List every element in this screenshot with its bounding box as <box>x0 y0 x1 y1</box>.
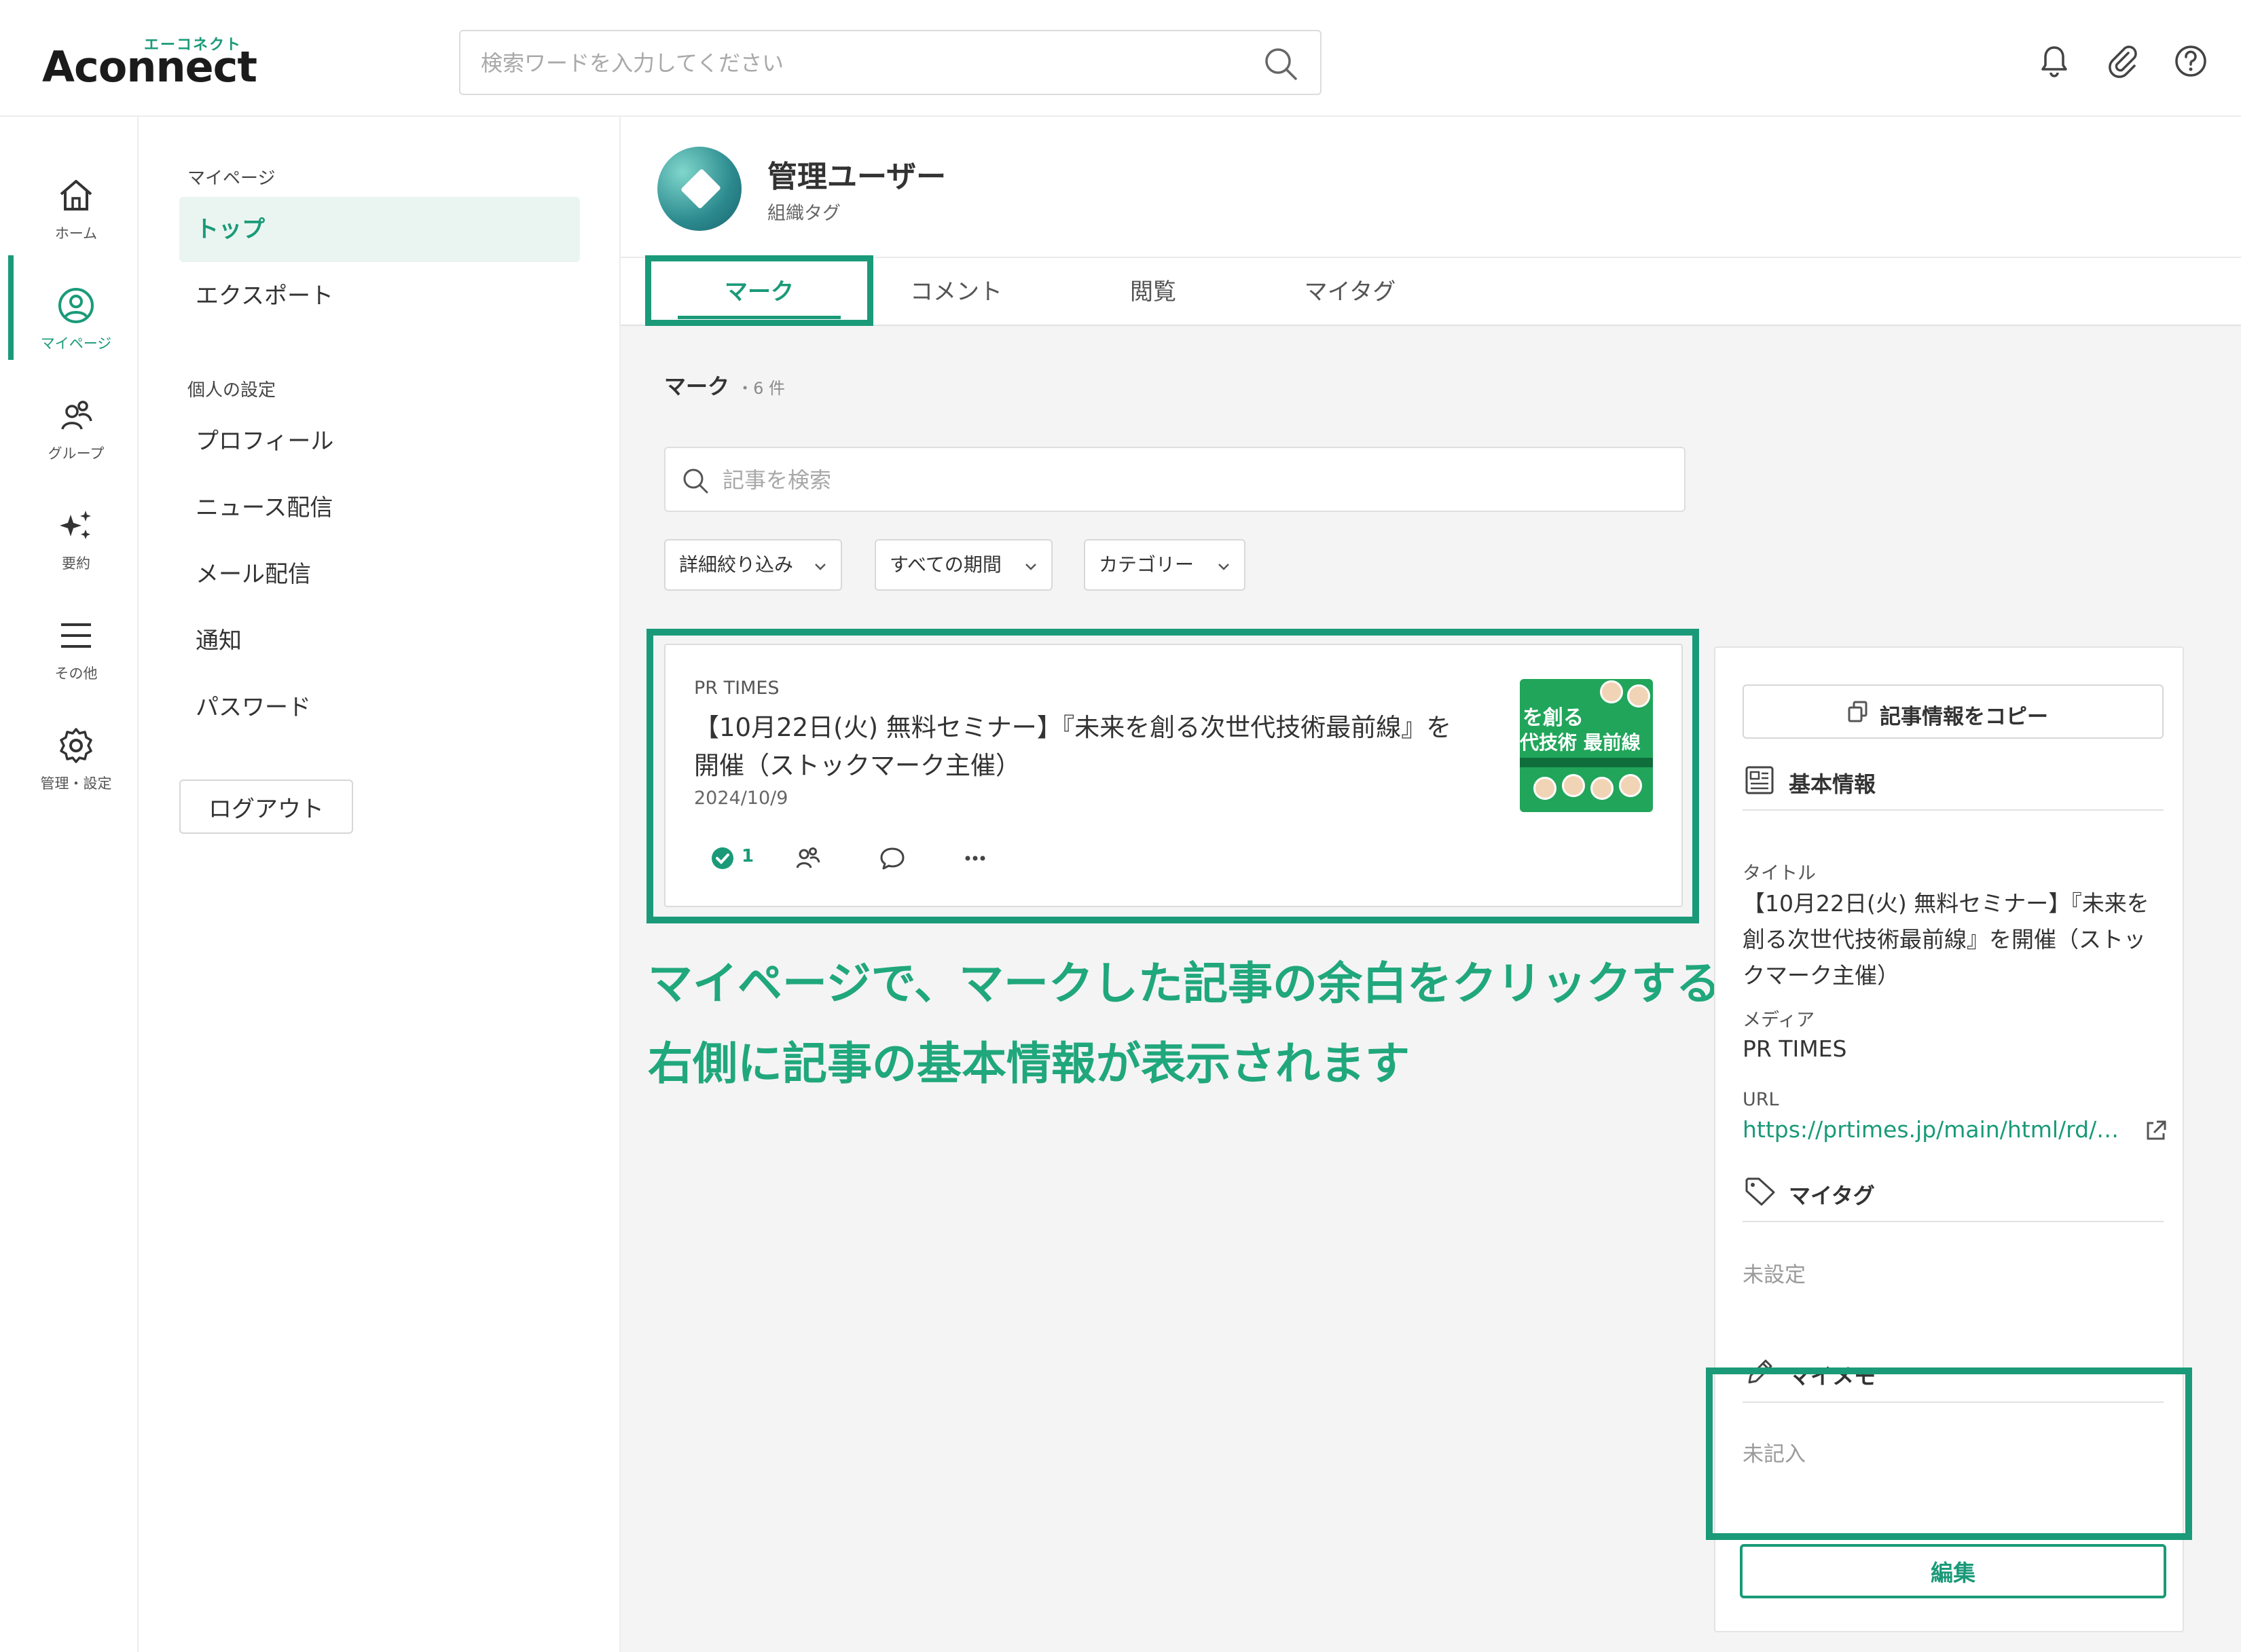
menu-icon <box>61 623 91 648</box>
list-count: ・6 件 <box>737 379 786 398</box>
rail-label-admin: 管理・設定 <box>40 775 112 792</box>
help-icon[interactable] <box>2173 43 2208 79</box>
title-field-label: タイトル <box>1743 863 1816 884</box>
menu-item-profile[interactable]: プロフィール <box>179 409 580 474</box>
tab-mytag[interactable]: マイタグ <box>1241 258 1459 326</box>
annotation-line-2: 右側に記事の基本情報が表示されます <box>648 1038 1410 1090</box>
chevron-down-icon <box>1218 564 1229 570</box>
menu-item-notification[interactable]: 通知 <box>179 608 580 674</box>
rail-label-mypage: マイページ <box>40 335 112 352</box>
article-search <box>664 447 1686 512</box>
logo-word: Aconnect <box>42 42 257 92</box>
copy-icon <box>1848 701 1868 722</box>
filter-category-dropdown[interactable]: カテゴリー <box>1084 539 1245 591</box>
url-field-label: URL <box>1743 1089 1779 1110</box>
global-search <box>459 30 1322 95</box>
article-media: PR TIMES <box>694 678 780 699</box>
title-field-value: 【10月22日(火) 無料セミナー】『未来を創る次世代技術最前線』を開催（ストッ… <box>1743 890 2149 989</box>
filter-detail-dropdown[interactable]: 詳細絞り込み <box>664 539 842 591</box>
article-card[interactable]: PR TIMES 【10月22日(火) 無料セミナー】『未来を創る次世代技術最前… <box>664 644 1683 907</box>
sparkle-icon <box>60 511 91 539</box>
thumbnail-text-2: 代技術 最前線 <box>1520 731 1641 754</box>
gear-icon <box>60 728 92 763</box>
article-thumbnail[interactable]: を創る 代技術 最前線 <box>1520 679 1653 812</box>
basic-info-heading: 基本情報 <box>1743 756 2164 811</box>
filter-detail-label: 詳細絞り込み <box>679 553 794 576</box>
chevron-down-icon <box>815 564 826 570</box>
profile-header: 管理ユーザー 組織タグ <box>621 117 2241 257</box>
tab-view[interactable]: 閲覧 <box>1044 258 1262 326</box>
group-icon <box>61 401 92 430</box>
menu-item-password[interactable]: パスワード <box>179 675 580 740</box>
search-icon[interactable] <box>1262 45 1300 83</box>
paperclip-icon[interactable] <box>2105 43 2140 79</box>
aconnect-logo[interactable]: エーコネクト Aconnect <box>42 33 259 94</box>
article-title[interactable]: 【10月22日(火) 無料セミナー】『未来を創る次世代技術最前線』を開催（ストッ… <box>694 709 1461 785</box>
rail-label-other: その他 <box>54 665 98 682</box>
external-link-icon[interactable] <box>2143 1119 2168 1143</box>
rail-item-other[interactable]: その他 <box>14 595 139 697</box>
rail-label-home: ホーム <box>54 225 98 242</box>
mymemo-highlight-box <box>1706 1368 2192 1540</box>
menu-item-news-delivery[interactable]: ニュース配信 <box>179 475 580 540</box>
media-field-label: メディア <box>1743 1010 1815 1031</box>
avatar <box>657 147 742 231</box>
thumbnail-text-1: を創る <box>1523 706 1584 730</box>
mytag-heading-label: マイタグ <box>1789 1183 1875 1209</box>
main-content: 管理ユーザー 組織タグ マーク コメント 閲覧 マイタグ マーク ・6 件 詳細… <box>621 117 2241 1652</box>
menu-item-top[interactable]: トップ <box>179 197 580 262</box>
menu-item-mail-delivery[interactable]: メール配信 <box>179 542 580 607</box>
mytag-value: 未設定 <box>1743 1263 1806 1287</box>
filter-category-label: カテゴリー <box>1099 553 1195 576</box>
more-icon[interactable] <box>959 842 991 875</box>
rail-item-summary[interactable]: 要約 <box>14 485 139 587</box>
logout-button[interactable]: ログアウト <box>179 779 353 834</box>
share-group-icon[interactable] <box>792 842 824 875</box>
rail-item-home[interactable]: ホーム <box>14 155 139 257</box>
list-heading-label: マーク <box>664 373 730 399</box>
article-date: 2024/10/9 <box>694 788 788 809</box>
left-rail: ホーム マイページ グループ 要約 その他 管理・設定 <box>14 117 139 1652</box>
mypage-menu: マイページ トップ エクスポート 個人の設定 プロフィール ニュース配信 メール… <box>139 117 621 1652</box>
document-info-icon <box>1745 766 1774 794</box>
rail-item-admin[interactable]: 管理・設定 <box>14 705 139 807</box>
rail-item-mypage[interactable]: マイページ <box>14 265 139 367</box>
filter-period-label: すべての期間 <box>890 553 1002 576</box>
profile-org-tag: 組織タグ <box>767 203 841 224</box>
menu-item-export[interactable]: エクスポート <box>179 263 580 329</box>
home-icon <box>60 180 92 210</box>
mytag-heading: マイタグ <box>1743 1168 2164 1222</box>
chevron-down-icon <box>1025 564 1036 570</box>
mark-tab-highlight-box <box>645 255 873 326</box>
rail-item-group[interactable]: グループ <box>14 375 139 477</box>
bell-icon[interactable] <box>2037 43 2072 79</box>
menu-section-mypage: マイページ <box>187 168 276 189</box>
mark-check-icon[interactable] <box>706 842 739 875</box>
tag-icon <box>1745 1177 1775 1206</box>
user-circle-icon <box>58 288 94 323</box>
edit-memo-button[interactable]: 編集 <box>1740 1544 2166 1598</box>
url-link[interactable]: https://prtimes.jp/main/html/rd/… <box>1743 1116 2119 1143</box>
copy-article-info-button[interactable]: 記事情報をコピー <box>1743 684 2164 739</box>
list-heading: マーク ・6 件 <box>664 369 785 401</box>
top-header: エーコネクト Aconnect <box>0 0 2241 117</box>
annotation-line-1: マイページで、マークした記事の余白をクリックすると <box>648 957 1766 1010</box>
rail-label-group: グループ <box>48 445 105 462</box>
filter-period-dropdown[interactable]: すべての期間 <box>875 539 1053 591</box>
copy-article-info-label: 記事情報をコピー <box>1880 705 2048 729</box>
search-icon <box>683 469 708 494</box>
menu-section-personal: 個人の設定 <box>187 380 276 401</box>
tab-comment[interactable]: コメント <box>848 258 1065 326</box>
profile-name: 管理ユーザー <box>767 160 947 194</box>
rail-label-summary: 要約 <box>62 555 90 572</box>
comment-icon[interactable] <box>876 842 909 875</box>
global-search-input[interactable] <box>481 46 1228 80</box>
basic-info-heading-label: 基本情報 <box>1789 771 1876 797</box>
mark-count: 1 <box>742 846 754 866</box>
article-search-input[interactable] <box>723 463 1660 497</box>
media-field-value: PR TIMES <box>1743 1035 1847 1062</box>
